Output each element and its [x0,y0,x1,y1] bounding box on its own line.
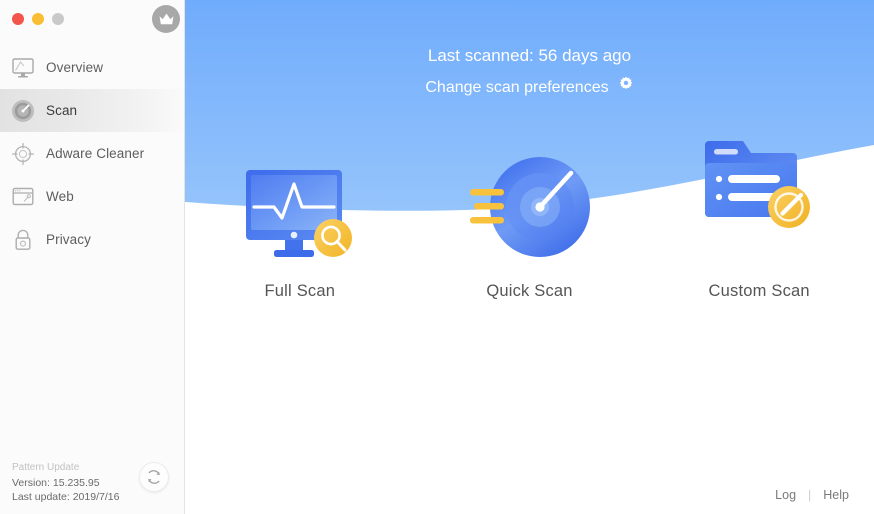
sidebar-item-web[interactable]: Web [0,175,184,218]
scan-option-quick[interactable]: Quick Scan [415,130,645,301]
padlock-icon [8,225,38,255]
sidebar-item-label: Overview [46,60,104,75]
scan-option-label: Full Scan [264,282,336,300]
sidebar-item-label: Web [46,189,74,204]
crosshair-icon [8,139,38,169]
sidebar-footer: Pattern Update Version: 15.235.95 Last u… [0,462,185,514]
log-link[interactable]: Log [775,488,796,502]
crown-icon [152,5,180,33]
main-content: Last scanned: 56 days ago Change scan pr… [185,0,874,514]
minimize-window-button[interactable] [32,13,44,25]
scan-options-row: Full Scan Quick Scan Custom Scan [185,130,874,301]
scan-dial-icon [8,96,38,126]
sidebar-item-adware-cleaner[interactable]: Adware Cleaner [0,132,184,175]
monitor-pulse-icon [238,130,362,270]
scan-option-label: Custom Scan [708,282,810,300]
close-window-button[interactable] [12,13,24,25]
footer-links: Log | Help [775,488,849,502]
help-link[interactable]: Help [823,488,849,502]
sidebar-item-label: Scan [46,103,78,118]
scan-option-label: Quick Scan [486,282,573,300]
sidebar-item-label: Adware Cleaner [46,146,145,161]
pattern-last-update: Last update: 2019/7/16 [12,491,120,503]
last-scanned-status: Last scanned: 56 days ago [427,46,632,65]
sidebar-nav: Overview Scan Adware Cleaner Web Privacy [0,46,184,261]
gear-icon [618,76,634,99]
radar-gauge-icon [468,130,592,270]
traffic-lights [12,13,64,25]
monitor-icon [8,53,38,83]
sidebar: Overview Scan Adware Cleaner Web Privacy… [0,0,185,514]
folder-list-icon [697,130,821,270]
browser-window-icon [8,182,38,212]
sidebar-item-label: Privacy [46,232,91,247]
sidebar-item-scan[interactable]: Scan [0,89,184,132]
sidebar-item-overview[interactable]: Overview [0,46,184,89]
scan-option-custom[interactable]: Custom Scan [644,130,874,301]
change-scan-preferences-label: Change scan preferences [425,78,609,96]
hero-text-block: Last scanned: 56 days ago Change scan pr… [185,0,874,99]
sidebar-item-privacy[interactable]: Privacy [0,218,184,261]
app-window: Overview Scan Adware Cleaner Web Privacy… [0,0,874,514]
footer-separator: | [808,488,812,502]
scan-option-full[interactable]: Full Scan [185,130,415,301]
zoom-window-button[interactable] [52,13,64,25]
refresh-icon[interactable] [139,462,169,492]
change-scan-preferences-link[interactable]: Change scan preferences [425,76,633,99]
